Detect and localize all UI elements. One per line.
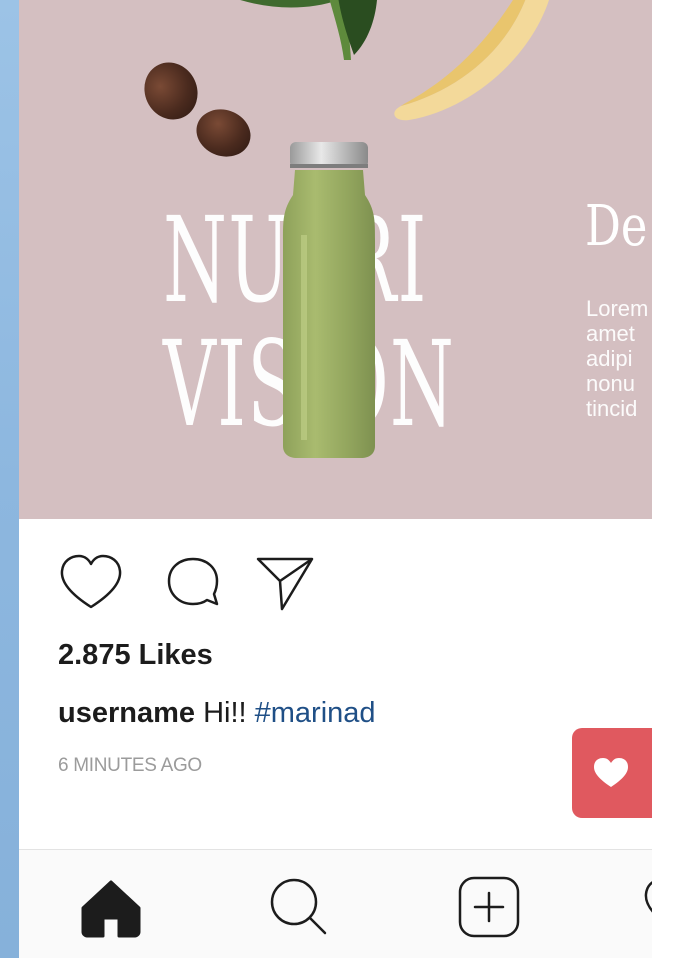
- search-icon[interactable]: [267, 874, 331, 938]
- right-gutter: [652, 0, 693, 958]
- floating-like-button[interactable]: [572, 728, 652, 818]
- heart-filled-icon: [594, 758, 628, 787]
- next-slide-text-line: Lorem: [586, 296, 649, 321]
- banana-graphic: [394, 0, 549, 121]
- screen: NUTRI VISION: [0, 0, 693, 958]
- add-square-icon[interactable]: [457, 874, 521, 938]
- next-slide-heading: De: [585, 194, 648, 259]
- left-edge-strip: [0, 0, 19, 958]
- bottom-navigation-bar: [19, 849, 652, 958]
- heart-outline-icon[interactable]: [59, 553, 123, 613]
- home-filled-icon[interactable]: [79, 874, 143, 938]
- likes-count[interactable]: 2.875 Likes: [58, 639, 213, 672]
- juice-bottle-graphic: [283, 142, 375, 458]
- post-timestamp: 6 MINUTES AGO: [58, 755, 202, 776]
- next-slide-text: Lorem amet adipi nonu tincid: [586, 296, 652, 421]
- next-slide-text-line: tincid: [586, 396, 638, 421]
- caption-text: Hi!!: [203, 697, 247, 729]
- next-slide-text-line: nonu: [586, 371, 635, 396]
- next-slide-text-line: amet: [586, 321, 635, 346]
- date-fruit: [189, 101, 258, 165]
- caption-hashtag[interactable]: #marinad: [255, 697, 376, 729]
- next-slide-text-line: adipi: [586, 346, 633, 371]
- paper-plane-icon[interactable]: [254, 553, 318, 613]
- caption-username[interactable]: username: [58, 697, 195, 729]
- post-caption: username Hi!! #marinad: [58, 697, 376, 730]
- heart-outline-icon[interactable]: [643, 874, 652, 938]
- comment-bubble-icon[interactable]: [163, 553, 227, 613]
- post-image[interactable]: NUTRI VISION: [19, 0, 652, 519]
- phone-screen: NUTRI VISION: [19, 0, 652, 958]
